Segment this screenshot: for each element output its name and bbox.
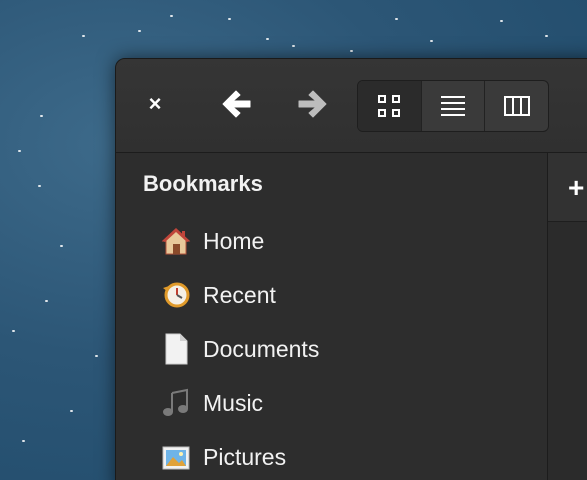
tab-strip: + (548, 153, 587, 222)
pictures-icon (160, 441, 192, 473)
forward-button[interactable] (295, 86, 331, 122)
columns-icon (503, 96, 530, 116)
documents-icon (160, 333, 192, 365)
sidebar: Bookmarks Home Recent Documents Music Pi… (116, 153, 548, 480)
star-dot (70, 410, 73, 412)
content-pane: + (548, 153, 587, 480)
sidebar-item-home[interactable]: Home (160, 221, 520, 261)
star-dot (95, 355, 98, 357)
back-arrow-icon (222, 90, 251, 118)
column-view-button[interactable] (485, 81, 548, 131)
file-manager-window: × Bookmarks Home Recent Documents Music … (115, 58, 587, 480)
back-button[interactable] (218, 86, 254, 122)
list-icon (441, 96, 465, 116)
close-button[interactable]: × (144, 93, 166, 115)
music-icon (160, 387, 192, 419)
star-dot (18, 150, 21, 152)
star-dot (170, 15, 173, 17)
view-mode-switcher (357, 80, 549, 132)
star-dot (22, 440, 25, 442)
sidebar-item-pictures[interactable]: Pictures (160, 437, 520, 477)
star-dot (266, 38, 269, 40)
star-dot (228, 18, 231, 20)
sidebar-item-recent[interactable]: Recent (160, 275, 520, 315)
sidebar-item-label: Music (203, 389, 264, 416)
star-dot (82, 35, 85, 37)
bookmarks-heading: Bookmarks (143, 171, 263, 196)
star-dot (12, 330, 15, 332)
sidebar-item-label: Home (203, 227, 265, 254)
star-dot (545, 35, 548, 37)
forward-arrow-icon (298, 90, 327, 118)
star-dot (500, 20, 503, 22)
star-dot (430, 40, 433, 42)
headerbar: × (116, 59, 587, 153)
sidebar-item-label: Recent (203, 281, 276, 308)
sidebar-item-documents[interactable]: Documents (160, 329, 520, 369)
sidebar-item-label: Documents (203, 335, 320, 362)
home-icon (160, 225, 192, 257)
star-dot (138, 30, 141, 32)
star-dot (60, 245, 63, 247)
star-dot (350, 50, 353, 52)
sidebar-item-music[interactable]: Music (160, 383, 520, 423)
star-dot (38, 185, 41, 187)
grid-icon (378, 95, 401, 117)
new-tab-button[interactable]: + (568, 174, 584, 202)
grid-view-button[interactable] (358, 81, 422, 131)
recent-icon (160, 279, 192, 311)
star-dot (395, 18, 398, 20)
star-dot (292, 45, 295, 47)
sidebar-item-label: Pictures (203, 443, 287, 470)
desktop-background: × Bookmarks Home Recent Documents Music … (0, 0, 587, 480)
list-view-button[interactable] (422, 81, 486, 131)
star-dot (40, 115, 43, 117)
star-dot (45, 300, 48, 302)
